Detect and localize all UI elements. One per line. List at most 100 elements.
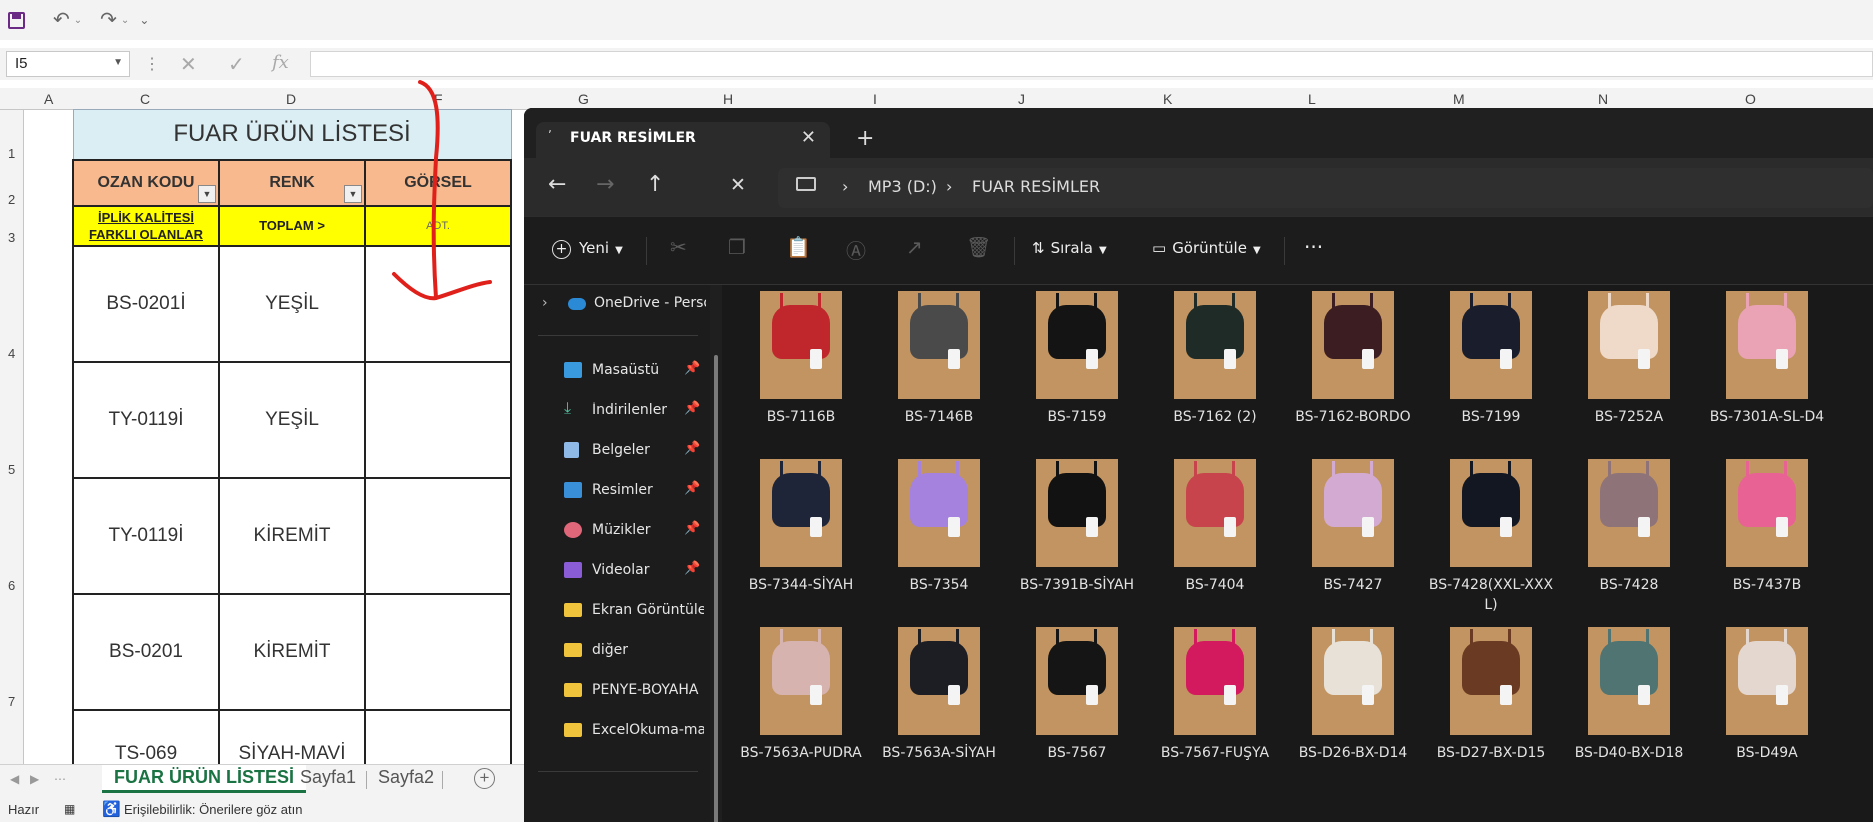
color-cell[interactable]: YEŞİL (218, 360, 366, 479)
more-options-button[interactable]: ··· (1304, 235, 1323, 259)
macro-record-icon[interactable]: ▦ (64, 802, 75, 816)
enter-icon[interactable]: ✓ (228, 52, 245, 77)
sheet-tab-sayfa1[interactable]: Sayfa1 (288, 765, 368, 793)
sheet-tab-fuar-urun-listesi[interactable]: FUAR ÜRÜN LİSTESİ (102, 765, 306, 793)
scrollbar-thumb[interactable] (714, 355, 718, 822)
nav-item-penye-boyaha[interactable]: PENYE-BOYAHA (524, 673, 710, 709)
nav-item-downloads[interactable]: ⤓ İndirilenler 📌 (524, 393, 710, 429)
filter-dropdown-icon[interactable]: ▼ (198, 184, 216, 203)
view-button[interactable]: ▭ Görüntüle ▼ (1152, 239, 1261, 257)
row-header-4[interactable]: 4 (8, 346, 15, 361)
file-item[interactable]: BS-7563A-PUDRA (734, 627, 868, 763)
row-header-5[interactable]: 5 (8, 462, 15, 477)
code-cell[interactable]: TS-069 (72, 708, 220, 767)
row-header-2[interactable]: 2 (8, 192, 15, 207)
pin-icon[interactable]: 📌 (684, 481, 700, 496)
accessibility-status[interactable]: Erişilebilirlik: Önerilere göz atın (124, 802, 302, 817)
image-cell[interactable] (364, 476, 512, 595)
more-sheets-icon[interactable]: ⋯ (54, 772, 66, 786)
file-item[interactable]: BS-7567-FUŞYA (1148, 627, 1282, 763)
file-item[interactable]: BS-7252A (1562, 291, 1696, 427)
summary-quality-cell[interactable]: İPLİK KALİTESİ FARKLI OLANLAR (72, 204, 220, 247)
new-tab-icon[interactable]: + (856, 126, 874, 151)
file-item[interactable]: BS-7159 (1010, 291, 1144, 427)
undo-icon[interactable]: ↶ (53, 10, 70, 30)
explorer-tab[interactable]: ʼ FUAR RESİMLER ✕ (536, 122, 830, 158)
file-item[interactable]: BS-7162 (2) (1148, 291, 1282, 427)
undo-dropdown-icon[interactable]: ⌄ (74, 15, 82, 26)
code-cell[interactable]: BS-0201İ (72, 244, 220, 363)
scroll-right-icon[interactable]: ▶ (30, 772, 39, 786)
nav-item-videos[interactable]: Videolar 📌 (524, 553, 710, 589)
file-item[interactable]: BS-7391B-SİYAH (1010, 459, 1144, 595)
chevron-down-icon[interactable]: ▼ (113, 57, 123, 68)
file-item[interactable]: BS-7428(XXL-XXXL) (1424, 459, 1558, 615)
row-header-3[interactable]: 3 (8, 230, 15, 245)
file-item[interactable]: BS-7437B (1700, 459, 1834, 595)
file-item[interactable]: BS-7146B (872, 291, 1006, 427)
file-item[interactable]: BS-7427 (1286, 459, 1420, 595)
nav-item-diger[interactable]: diğer (524, 633, 710, 669)
nav-scrollbar[interactable] (710, 285, 722, 822)
color-cell[interactable]: YEŞİL (218, 244, 366, 363)
customize-qat-icon[interactable]: ⌄ (139, 10, 149, 30)
column-header-j[interactable]: J (1018, 88, 1025, 110)
stop-icon[interactable]: ✕ (730, 174, 746, 196)
file-item[interactable]: BS-D27-BX-D15 (1424, 627, 1558, 763)
file-item[interactable]: BS-7563A-SİYAH (872, 627, 1006, 763)
file-item[interactable]: BS-7354 (872, 459, 1006, 595)
sort-button[interactable]: ⇅ Sırala ▼ (1032, 239, 1107, 257)
color-cell[interactable]: KİREMİT (218, 592, 366, 711)
image-cell[interactable] (364, 592, 512, 711)
file-item[interactable]: BS-D49A (1700, 627, 1834, 763)
color-cell[interactable]: SİYAH-MAVİ (218, 708, 366, 767)
up-arrow-icon[interactable]: ↑ (646, 172, 664, 197)
column-header-d[interactable]: D (286, 88, 296, 110)
address-bar[interactable]: › MP3 (D:) › FUAR RESİMLER (778, 168, 1873, 208)
save-icon[interactable] (8, 11, 25, 29)
nav-item-music[interactable]: Müzikler 📌 (524, 513, 710, 549)
file-item[interactable]: BS-7199 (1424, 291, 1558, 427)
column-header-c[interactable]: C (140, 88, 150, 110)
file-item[interactable]: BS-7567 (1010, 627, 1144, 763)
row-header-7[interactable]: 7 (8, 694, 15, 709)
file-item[interactable]: BS-7162-BORDO (1286, 291, 1420, 427)
header-code-cell[interactable]: OZAN KODU ▼ (72, 158, 220, 207)
file-item[interactable]: BS-7116B (734, 291, 868, 427)
rename-icon[interactable]: Ⓐ (846, 235, 866, 264)
column-header-a[interactable]: A (44, 88, 53, 110)
chevron-right-icon[interactable]: › (542, 295, 548, 311)
forward-arrow-icon[interactable]: → (596, 172, 614, 197)
paste-icon[interactable]: 📋 (786, 235, 811, 259)
this-pc-icon[interactable] (796, 177, 816, 191)
file-item[interactable]: BS-7344-SİYAH (734, 459, 868, 595)
code-cell[interactable]: TY-0119İ (72, 476, 220, 595)
redo-dropdown-icon[interactable]: ⌄ (121, 15, 129, 26)
column-header-g[interactable]: G (578, 88, 589, 110)
code-cell[interactable]: BS-0201 (72, 592, 220, 711)
pin-icon[interactable]: 📌 (684, 441, 700, 456)
share-icon[interactable]: ↗ (906, 235, 923, 259)
filter-dropdown-icon[interactable]: ▼ (344, 184, 362, 203)
color-cell[interactable]: KİREMİT (218, 476, 366, 595)
delete-icon[interactable]: 🗑 (966, 235, 991, 259)
nav-item-desktop[interactable]: Masaüstü 📌 (524, 353, 710, 389)
column-header-n[interactable]: N (1598, 88, 1608, 110)
column-header-m[interactable]: M (1453, 88, 1465, 110)
row-header-6[interactable]: 6 (8, 578, 15, 593)
file-item[interactable]: BS-7301A-SL-D4 (1700, 291, 1834, 427)
pin-icon[interactable]: 📌 (684, 361, 700, 376)
copy-icon[interactable]: ❐ (728, 235, 746, 259)
column-header-l[interactable]: L (1308, 88, 1316, 110)
code-cell[interactable]: TY-0119İ (72, 360, 220, 479)
column-header-o[interactable]: O (1745, 88, 1756, 110)
name-box[interactable]: I5 ▼ (6, 51, 130, 77)
formula-input[interactable] (310, 51, 1873, 77)
pin-icon[interactable]: 📌 (684, 561, 700, 576)
nav-item-screenshots[interactable]: Ekran Görüntüle (524, 593, 710, 629)
file-item[interactable]: BS-D40-BX-D18 (1562, 627, 1696, 763)
image-cell[interactable] (364, 360, 512, 479)
new-button[interactable]: + Yeni ▼ (552, 239, 623, 259)
nav-item-pictures[interactable]: Resimler 📌 (524, 473, 710, 509)
pin-icon[interactable]: 📌 (684, 401, 700, 416)
